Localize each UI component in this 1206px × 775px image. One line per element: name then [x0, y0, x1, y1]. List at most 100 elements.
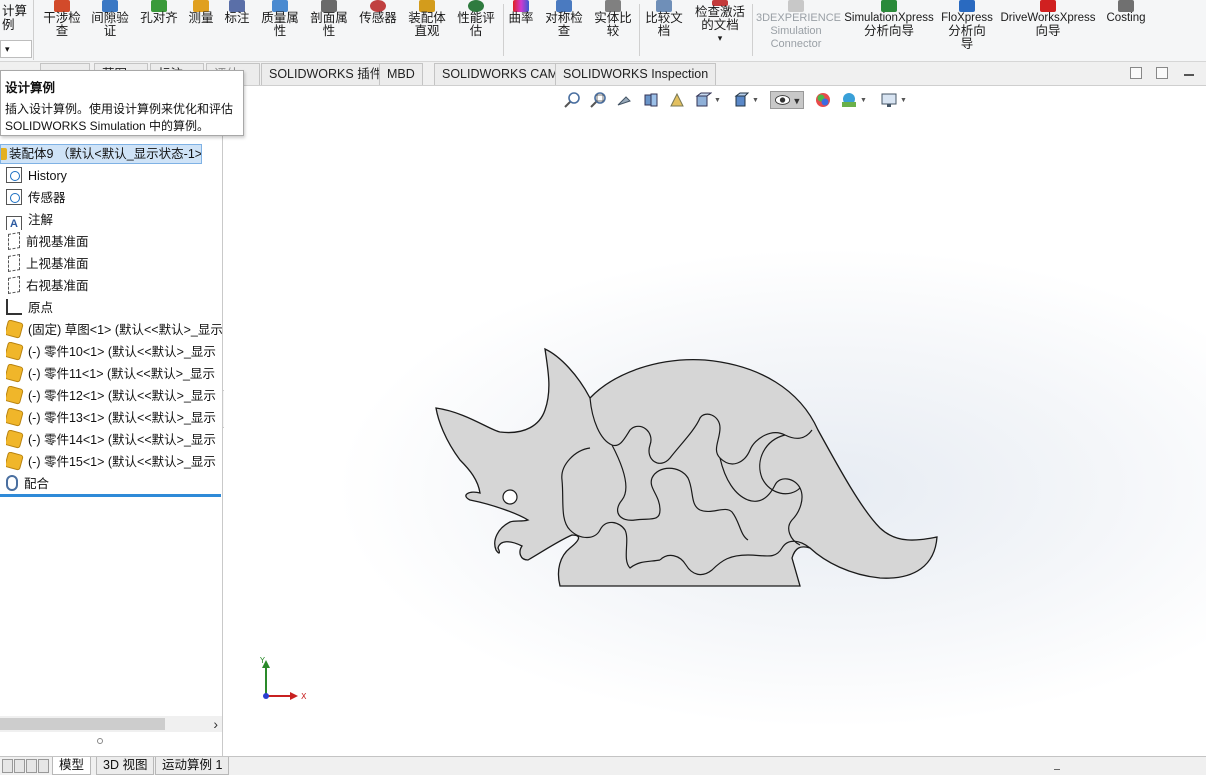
- tab-model[interactable]: 模型: [52, 757, 92, 775]
- interference-check-button[interactable]: 干涉检 查: [40, 0, 84, 38]
- history-icon: [6, 167, 22, 183]
- tree-item-annotations[interactable]: A 注解: [6, 210, 222, 230]
- design-study-label-2: 例: [2, 18, 15, 32]
- compare-geometry-button[interactable]: 实体比 较: [591, 0, 635, 38]
- compare-documents-button[interactable]: 比较文 档: [642, 0, 686, 38]
- tab-motion-study-label: 运动算例 1: [162, 758, 223, 772]
- panel-resize-handle[interactable]: [97, 738, 103, 744]
- clearance-verification-button[interactable]: 间隙验 证: [88, 0, 132, 38]
- floxpress-label-3: 导: [960, 37, 974, 51]
- check-active-document-label-2: 的文档: [701, 18, 739, 32]
- tab-mbd-label: MBD: [387, 67, 415, 81]
- mass-properties-button[interactable]: 质量属 性: [258, 0, 302, 38]
- tree-item-history[interactable]: History: [6, 166, 222, 186]
- command-manager-ribbon: 计算例 ▾ 干涉检 查 间隙验 证 孔对齐 测量 标注 质量属 性 剖面属 性 …: [0, 0, 1206, 62]
- tree-item-label: (-) 零件13<1> (默认<<默认>_显示: [28, 411, 216, 425]
- part-icon: [6, 452, 24, 471]
- restore-panel-icon[interactable]: [1130, 67, 1142, 79]
- scrollbar-thumb[interactable]: [0, 718, 165, 730]
- part-icon: [6, 342, 24, 361]
- 3dexperience-connector-button[interactable]: 3DEXPERIENCE Simulation Connector: [756, 0, 841, 51]
- tree-item-part14[interactable]: (-) 零件14<1> (默认<<默认>_显示: [6, 430, 222, 450]
- assembly-root-node[interactable]: 装配体9 （默认<默认_显示状态-1>): [0, 144, 202, 164]
- tab-solidworks-cam[interactable]: SOLIDWORKS CAM: [434, 63, 566, 85]
- tree-item-part11[interactable]: (-) 零件11<1> (默认<<默认>_显示: [6, 364, 222, 384]
- part-icon: [6, 364, 24, 383]
- tree-item-front-plane[interactable]: 前视基准面: [6, 232, 222, 252]
- connector-label-3: Connector: [770, 38, 822, 50]
- tab-mbd[interactable]: MBD: [379, 63, 423, 85]
- assembly-visualization-label-2: 直观: [414, 24, 440, 38]
- next-tab-icon[interactable]: [26, 759, 37, 773]
- tree-horizontal-scrollbar[interactable]: ›: [0, 716, 222, 732]
- tree-item-label: (固定) 草图<1> (默认<<默认>_显示: [28, 323, 222, 337]
- prev-tab-icon[interactable]: [14, 759, 25, 773]
- annotation-icon: A: [6, 216, 22, 230]
- floxpress-icon: [959, 0, 975, 12]
- minimize-ribbon-icon[interactable]: [1184, 74, 1194, 76]
- tree-item-label: History: [28, 169, 67, 183]
- tree-item-part15[interactable]: (-) 零件15<1> (默认<<默认>_显示: [6, 452, 222, 472]
- tree-item-sketch-fixed[interactable]: (固定) 草图<1> (默认<<默认>_显示: [6, 320, 222, 340]
- tree-item-origin[interactable]: 原点: [6, 298, 222, 318]
- tree-item-top-plane[interactable]: 上视基准面: [6, 254, 222, 274]
- eye-hole[interactable]: [502, 489, 518, 505]
- sensor-button[interactable]: 传感器: [356, 0, 400, 25]
- driveworksxpress-button[interactable]: DriveWorksXpress 向导: [999, 0, 1097, 38]
- bottom-tab-bar: 模型 3D 视图 运动算例 1: [0, 756, 1206, 775]
- floxpress-button[interactable]: FloXpress 分析向 导: [940, 0, 994, 51]
- tree-item-label: 注解: [28, 213, 54, 227]
- design-study-dropdown[interactable]: ▾: [0, 40, 32, 58]
- graphics-area[interactable]: ▼ ▼ ▼ ▼ ▼ Y X: [224, 86, 1206, 756]
- tree-item-part13[interactable]: (-) 零件13<1> (默认<<默认>_显示: [6, 408, 222, 428]
- connector-label-2: Simulation: [770, 25, 822, 37]
- tree-item-right-plane[interactable]: 右视基准面: [6, 276, 222, 296]
- tab-motion-study-1[interactable]: 运动算例 1: [155, 757, 230, 775]
- design-study-button[interactable]: 计算例 ▾: [0, 0, 34, 60]
- costing-button[interactable]: Costing: [1102, 0, 1150, 25]
- assembly-visualization-button[interactable]: 装配体 直观: [405, 0, 449, 38]
- performance-evaluation-button[interactable]: 性能评 估: [454, 0, 498, 38]
- measure-button[interactable]: 测量: [186, 0, 216, 25]
- tree-item-label: (-) 零件15<1> (默认<<默认>_显示: [28, 455, 216, 469]
- design-study-label-1: 计算: [2, 4, 28, 18]
- markup-label: 标注: [224, 11, 250, 25]
- tab-solidworks-addins[interactable]: SOLIDWORKS 插件: [261, 63, 391, 85]
- tree-item-label: 原点: [28, 301, 54, 315]
- measure-label: 测量: [188, 11, 214, 25]
- tree-item-label: (-) 零件11<1> (默认<<默认>_显示: [28, 367, 215, 381]
- tab-3d-views[interactable]: 3D 视图: [96, 757, 155, 775]
- featuremanager-panel: 装配体9 （默认<默认_显示状态-1>) History 传感器 A 注解 前视基…: [0, 86, 223, 756]
- tree-item-part12[interactable]: (-) 零件12<1> (默认<<默认>_显示: [6, 386, 222, 406]
- triceratops-puzzle-model[interactable]: [224, 86, 1206, 756]
- tree-item-sensors[interactable]: 传感器: [6, 188, 222, 208]
- section-properties-label-2: 性: [322, 24, 336, 38]
- tree-item-label: (-) 零件14<1> (默认<<默认>_显示: [28, 433, 216, 447]
- first-tab-icon[interactable]: [2, 759, 13, 773]
- section-properties-button[interactable]: 剖面属 性: [307, 0, 351, 38]
- hole-alignment-button[interactable]: 孔对齐: [138, 0, 180, 25]
- symmetry-check-button[interactable]: 对称检 查: [542, 0, 586, 38]
- tab-solidworks-inspection-label: SOLIDWORKS Inspection: [563, 67, 709, 81]
- curvature-button[interactable]: 曲率: [506, 0, 536, 25]
- assembly-root-label: 装配体9 （默认<默认_显示状态-1>): [9, 147, 202, 161]
- tooltip-line-2: SOLIDWORKS Simulation 中的算例。: [5, 119, 210, 133]
- simulationxpress-button[interactable]: SimulationXpress 分析向导: [842, 0, 936, 38]
- last-tab-icon[interactable]: [38, 759, 49, 773]
- tree-item-label: 上视基准面: [26, 257, 89, 271]
- costing-icon: [1118, 0, 1134, 12]
- tree-item-label: (-) 零件12<1> (默认<<默认>_显示: [28, 389, 216, 403]
- tab-solidworks-inspection[interactable]: SOLIDWORKS Inspection: [555, 63, 717, 85]
- tree-rollback-bar[interactable]: [0, 494, 221, 497]
- markup-button[interactable]: 标注: [222, 0, 252, 25]
- hole-alignment-label: 孔对齐: [140, 11, 178, 25]
- puzzle-outline[interactable]: [435, 347, 938, 587]
- tree-item-part10[interactable]: (-) 零件10<1> (默认<<默认>_显示: [6, 342, 222, 362]
- plane-icon: [8, 254, 20, 273]
- more-tools-dropdown[interactable]: ▾: [692, 32, 748, 44]
- tooltip-line-1: 插入设计算例。使用设计算例来优化和评估: [5, 102, 234, 116]
- tree-item-mates[interactable]: 配合: [6, 474, 222, 494]
- check-active-document-button[interactable]: 检查激活 的文档 ▾: [692, 0, 748, 44]
- scroll-right-arrow[interactable]: ›: [213, 716, 218, 732]
- tile-panel-icon[interactable]: [1156, 67, 1168, 79]
